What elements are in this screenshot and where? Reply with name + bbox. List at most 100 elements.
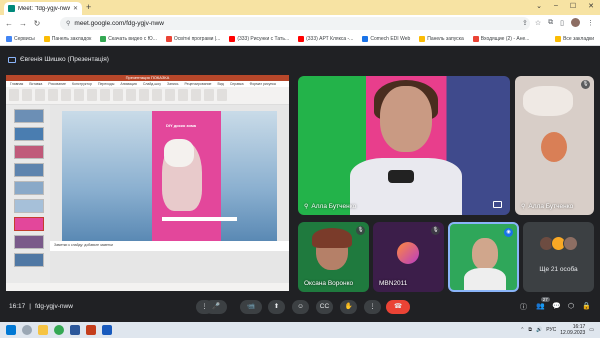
end-call-button[interactable]: ☎ [386,300,410,314]
powerpoint-icon[interactable] [86,325,96,335]
chat-icon[interactable]: 💬 [552,302,561,310]
bookmark-item[interactable]: Освітні програми |... [165,35,220,42]
bookmark-item[interactable]: (333) Рисунки с Тать... [229,35,289,42]
file-explorer-icon[interactable] [38,325,48,335]
new-tab-icon[interactable]: + [86,2,91,12]
bookmark-item[interactable]: Comech EDI Web [362,35,410,42]
more-participants-tile[interactable]: Ще 21 особа [523,222,594,292]
gmail-icon [472,35,479,42]
bookmark-item[interactable]: Скачать видео с Ю... [100,35,157,42]
sidepanel-icon[interactable]: ▯ [560,19,564,27]
tile-name: Оксана Воронко [304,280,354,287]
frame-icon[interactable] [493,201,502,208]
reactions-button[interactable]: ☺ [292,300,309,314]
ribbon-button [87,89,97,101]
slide-thumb [14,253,44,267]
chevron-down-icon[interactable]: ⌄ [536,2,542,10]
folder-icon [555,36,562,42]
participant-tile[interactable]: 🎙 ⚲ Алла Бутченко [515,76,594,215]
slide-thumb [14,181,44,195]
back-icon[interactable]: ← [5,19,13,28]
tab-title: Meet: "fdg-ygjv-nww" [18,5,70,12]
star-icon[interactable]: ☆ [535,19,541,27]
word-icon[interactable] [102,325,112,335]
slide-thumb [14,217,44,231]
notification-icon[interactable]: ▭ [589,327,594,333]
present-button[interactable]: ⬆ [268,300,285,314]
word-icon[interactable] [70,325,80,335]
bookmark-icon [165,35,172,42]
shared-screen[interactable]: Презентация ПОКАЗКА Главная Вставка Рисо… [6,75,289,291]
windows-start-icon[interactable] [6,325,16,335]
ribbon-tab: Рисование [48,82,66,86]
chrome-icon[interactable] [54,325,64,335]
camera-button[interactable]: 📹 [240,300,262,314]
slide-thumbnails [6,105,50,291]
people-icon[interactable]: 👥 27 [536,297,550,310]
folder-icon [419,35,426,42]
menu-icon[interactable]: ⋮ [587,19,594,27]
bookmark-item[interactable]: (333) АРТ Клякса -... [298,35,353,42]
more-button[interactable]: ⋮ [364,300,381,314]
address-bar[interactable]: ⚲ meet.google.com/fdg-ygjv-nww [60,17,530,30]
participant-tile-speaking[interactable]: ◉ [448,222,519,292]
participant-hair [312,228,352,248]
taskbar-clock[interactable]: 16:17 12.09.2023 [560,324,585,336]
bookmark-item[interactable]: Панель запуска [419,35,464,42]
bookmark-icon [6,35,12,42]
activities-icon[interactable]: ⬡ [568,302,574,310]
window-controls: ⌄ – ☐ ✕ [536,2,594,10]
share-icon[interactable]: ⇪ [522,19,528,27]
system-tray: ⌃ ⧉ 🔊 РУС 16:17 12.09.2023 ▭ [520,324,594,336]
chevron-up-icon[interactable]: ⌃ [520,327,524,333]
tab-meet[interactable]: Meet: "fdg-ygjv-nww" ✕ [4,2,82,15]
lock-icon[interactable]: 🔒 [582,302,591,310]
speaker-tile[interactable]: ⚲ Алла Бутченко [298,76,510,215]
minimize-icon[interactable]: – [554,2,558,10]
slide-thumb [14,109,44,123]
info-icon[interactable]: ⓘ [520,302,527,312]
slide-title: DIY диско зима [166,123,197,128]
volume-icon[interactable]: 🔊 [536,327,542,333]
language-indicator[interactable]: РУС [546,327,556,333]
reload-icon[interactable]: ↻ [33,19,41,28]
tab-strip: Meet: "fdg-ygjv-nww" ✕ + ⌄ – ☐ ✕ [0,0,600,15]
extensions-icon[interactable]: ⧉ [548,19,553,27]
participant-tile[interactable]: 🎙 MBN2011 [373,222,444,292]
browser-toolbar: ← → ↻ ⚲ meet.google.com/fdg-ygjv-nww ⇪ ☆… [0,15,600,32]
forward-icon[interactable]: → [19,19,27,28]
ribbon-button [74,89,84,101]
slide-thumb [14,235,44,249]
participant-tile[interactable]: 🎙 Оксана Воронко [298,222,369,292]
bookmark-item[interactable]: Сервисы [6,35,35,42]
slide-video: DIY диско зима [152,111,221,241]
captions-button[interactable]: CC [316,300,333,314]
profile-avatar[interactable] [571,18,580,27]
meeting-code: fdg-ygjv-nww [34,303,73,310]
ribbon-tab: Справка [229,82,244,86]
ribbon-button [126,89,136,101]
all-bookmarks[interactable]: Все закладки [555,36,594,42]
avatar [563,236,578,251]
bookmark-item[interactable]: Панель закладок [43,35,91,42]
people-count-badge: 27 [540,297,550,302]
site-info-icon[interactable]: ⚲ [66,20,70,27]
close-icon[interactable]: ✕ [73,5,78,12]
mic-button[interactable]: 🎤 [205,300,227,314]
close-window-icon[interactable]: ✕ [588,2,594,10]
bookmark-item[interactable]: Входящие (2) - Ане... [472,35,529,42]
participant-face [380,86,432,152]
current-slide: DIY диско зима [62,111,277,241]
url-text[interactable]: meet.google.com/fdg-ygjv-nww [74,20,164,27]
ribbon-tab: Анимация [120,82,137,86]
network-icon[interactable]: ⧉ [528,327,532,333]
meeting-time: 16:17 [9,303,26,310]
pin-icon: ⚲ [521,204,526,210]
search-icon[interactable] [22,325,32,335]
speaking-icon: ◉ [504,228,513,237]
raise-hand-button[interactable]: ✋ [340,300,357,314]
maximize-icon[interactable]: ☐ [570,2,576,10]
slide-thumb [14,163,44,177]
participant-body [350,158,462,215]
ribbon-tab: Запись [166,82,179,86]
